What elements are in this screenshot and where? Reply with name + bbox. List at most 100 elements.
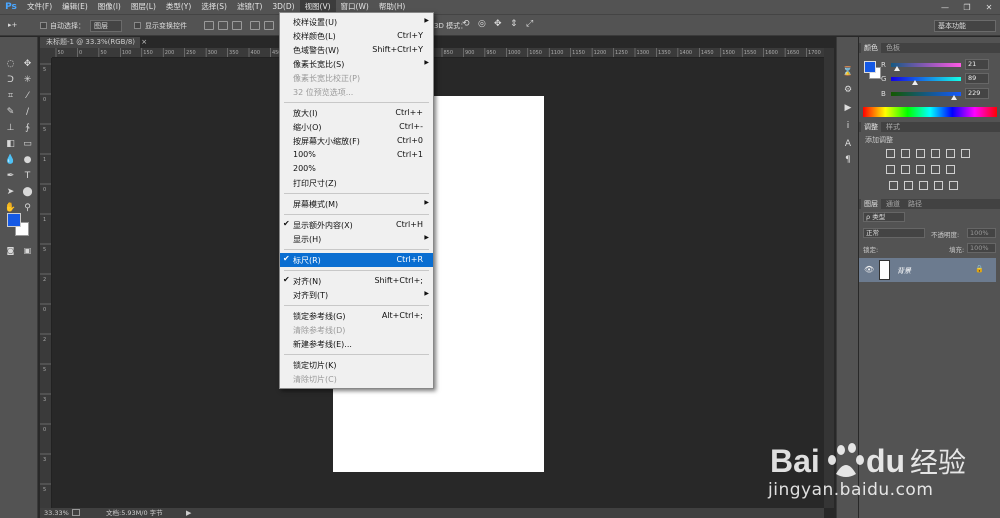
slider-thumb[interactable] — [950, 95, 957, 100]
fill-input[interactable]: 100% — [967, 243, 996, 253]
menu-item-3[interactable]: 图层(L) — [126, 0, 161, 14]
show-transform-checkbox[interactable] — [134, 22, 141, 29]
menu-item-1[interactable]: 编辑(E) — [57, 0, 93, 14]
exposure-icon[interactable] — [931, 149, 940, 158]
layer-row-background[interactable]: 👁 背景 🔒 — [859, 258, 996, 282]
paragraph-panel-icon[interactable]: ¶ — [843, 155, 853, 165]
eyedropper-icon[interactable]: ⁄ — [20, 89, 35, 103]
hue-saturation-icon[interactable] — [961, 149, 970, 158]
align-center-icon[interactable] — [264, 21, 274, 30]
curves-icon[interactable] — [916, 149, 925, 158]
status-menu-arrow-icon[interactable]: ▶ — [186, 508, 191, 518]
layer-visibility-eye-icon[interactable]: 👁 — [864, 265, 874, 274]
3d-pan-icon[interactable]: ✥ — [494, 19, 502, 29]
black-white-icon[interactable] — [901, 165, 910, 174]
3d-roll-icon[interactable]: ◎ — [478, 19, 486, 29]
screen-mode-icon[interactable]: ▣ — [20, 243, 35, 257]
view-menu-item-24[interactable]: 锁定参考线(G) Alt+Ctrl+; — [280, 309, 433, 323]
tab-adjustments[interactable]: 调整 — [861, 122, 881, 132]
blue-track[interactable] — [891, 92, 961, 100]
brush-tool-icon[interactable]: ∕ — [20, 105, 35, 119]
magic-wand-icon[interactable]: ✳ — [20, 73, 35, 87]
align-middle-icon[interactable] — [218, 21, 228, 30]
healing-brush-icon[interactable]: ✎ — [3, 105, 18, 119]
blue-slider[interactable]: B 229 — [881, 88, 991, 100]
restore-icon[interactable]: ❐ — [956, 0, 978, 14]
history-panel-icon[interactable]: ⌛ — [842, 67, 853, 77]
properties-panel-icon[interactable]: ⚙ — [843, 85, 853, 95]
tab-channels[interactable]: 通道 — [883, 199, 903, 209]
red-slider[interactable]: R 21 — [881, 59, 991, 71]
menu-item-4[interactable]: 类型(Y) — [161, 0, 196, 14]
color-lookup-icon[interactable] — [946, 165, 955, 174]
blue-value[interactable]: 229 — [965, 88, 989, 99]
actions-panel-icon[interactable]: ▶ — [843, 103, 853, 113]
3d-orbit-icon[interactable]: ⟲ — [462, 19, 470, 29]
view-menu-item-26[interactable]: 新建参考线(E)... — [280, 337, 433, 351]
layer-name[interactable]: 背景 — [897, 266, 911, 276]
view-menu-item-22[interactable]: 对齐到(T) ▶ — [280, 288, 433, 302]
tab-layers[interactable]: 图层 — [861, 199, 881, 209]
posterize-icon[interactable] — [904, 181, 913, 190]
slider-thumb[interactable] — [893, 66, 900, 71]
view-menu-item-9[interactable]: 按屏幕大小缩放(F) Ctrl+0 — [280, 134, 433, 148]
view-menu-item-3[interactable]: 像素长宽比(S) ▶ — [280, 57, 433, 71]
view-menu-item-28[interactable]: 锁定切片(K) — [280, 358, 433, 372]
auto-select-dropdown[interactable]: 图层 — [90, 20, 122, 32]
vertical-scrollbar[interactable] — [824, 48, 834, 508]
selective-color-icon[interactable] — [949, 181, 958, 190]
move-tool-icon[interactable]: ▸+ — [8, 21, 17, 29]
align-top-icon[interactable] — [204, 21, 214, 30]
panel-foreground-swatch[interactable] — [864, 61, 876, 73]
gradient-map-icon[interactable] — [934, 181, 943, 190]
align-bottom-icon[interactable] — [232, 21, 242, 30]
view-menu-item-21[interactable]: ✔ 对齐(N) Shift+Ctrl+; — [280, 274, 433, 288]
marquee-tool-icon[interactable]: ◌ — [3, 57, 18, 71]
photo-filter-icon[interactable] — [916, 165, 925, 174]
menu-item-2[interactable]: 图像(I) — [93, 0, 126, 14]
history-brush-icon[interactable]: ∱ — [20, 121, 35, 135]
align-left-icon[interactable] — [250, 21, 260, 30]
view-menu-item-11[interactable]: 200% — [280, 162, 433, 176]
color-balance-icon[interactable] — [886, 165, 895, 174]
type-tool-icon[interactable]: T — [20, 169, 35, 183]
levels-icon[interactable] — [901, 149, 910, 158]
green-value[interactable]: 89 — [965, 73, 989, 84]
crop-tool-icon[interactable]: ⌗ — [3, 89, 18, 103]
tab-close-icon[interactable]: × — [141, 38, 147, 46]
view-menu-item-14[interactable]: 屏幕模式(M) ▶ — [280, 197, 433, 211]
vertical-ruler[interactable]: 505101520253035 — [40, 58, 52, 508]
zoom-tool-icon[interactable]: ⚲ — [20, 201, 35, 215]
view-menu-item-16[interactable]: ✔ 显示额外内容(X) Ctrl+H — [280, 218, 433, 232]
red-track[interactable] — [891, 63, 961, 71]
horizontal-ruler[interactable]: 5005010015020025030035040045050055060065… — [52, 48, 824, 58]
gradient-icon[interactable]: ▭ — [20, 137, 35, 151]
view-menu-item-17[interactable]: 显示(H) ▶ — [280, 232, 433, 246]
3d-slide-icon[interactable]: ⇕ — [510, 19, 518, 29]
dodge-tool-icon[interactable]: ● — [20, 153, 35, 167]
view-menu-item-12[interactable]: 打印尺寸(Z) — [280, 176, 433, 190]
vibrance-icon[interactable] — [946, 149, 955, 158]
channel-mixer-icon[interactable] — [931, 165, 940, 174]
tab-paths[interactable]: 路径 — [905, 199, 925, 209]
clone-stamp-icon[interactable]: ⊥ — [3, 121, 18, 135]
green-track[interactable] — [891, 77, 961, 85]
menu-item-5[interactable]: 选择(S) — [196, 0, 232, 14]
info-panel-icon[interactable]: i — [843, 121, 853, 131]
view-menu-item-10[interactable]: 100% Ctrl+1 — [280, 148, 433, 162]
character-panel-icon[interactable]: A — [843, 139, 853, 149]
view-menu-item-8[interactable]: 缩小(O) Ctrl+- — [280, 120, 433, 134]
quick-mask-icon[interactable]: ◙ — [3, 243, 18, 257]
view-menu-item-1[interactable]: 校样颜色(L) Ctrl+Y — [280, 29, 433, 43]
view-menu-item-19[interactable]: ✔ 标尺(R) Ctrl+R — [280, 253, 433, 267]
threshold-icon[interactable] — [919, 181, 928, 190]
brightness-icon[interactable] — [886, 149, 895, 158]
path-select-icon[interactable]: ➤ — [3, 185, 18, 199]
blend-mode-dropdown[interactable]: 正常 — [863, 228, 925, 238]
workspace-dropdown[interactable]: 基本功能 — [934, 20, 996, 32]
view-menu-item-0[interactable]: 校样设置(U) ▶ — [280, 15, 433, 29]
tab-swatches[interactable]: 色板 — [883, 43, 903, 53]
tab-color[interactable]: 颜色 — [861, 43, 881, 53]
close-icon[interactable]: ✕ — [978, 0, 1000, 14]
shape-tool-icon[interactable]: ⬤ — [20, 185, 35, 199]
